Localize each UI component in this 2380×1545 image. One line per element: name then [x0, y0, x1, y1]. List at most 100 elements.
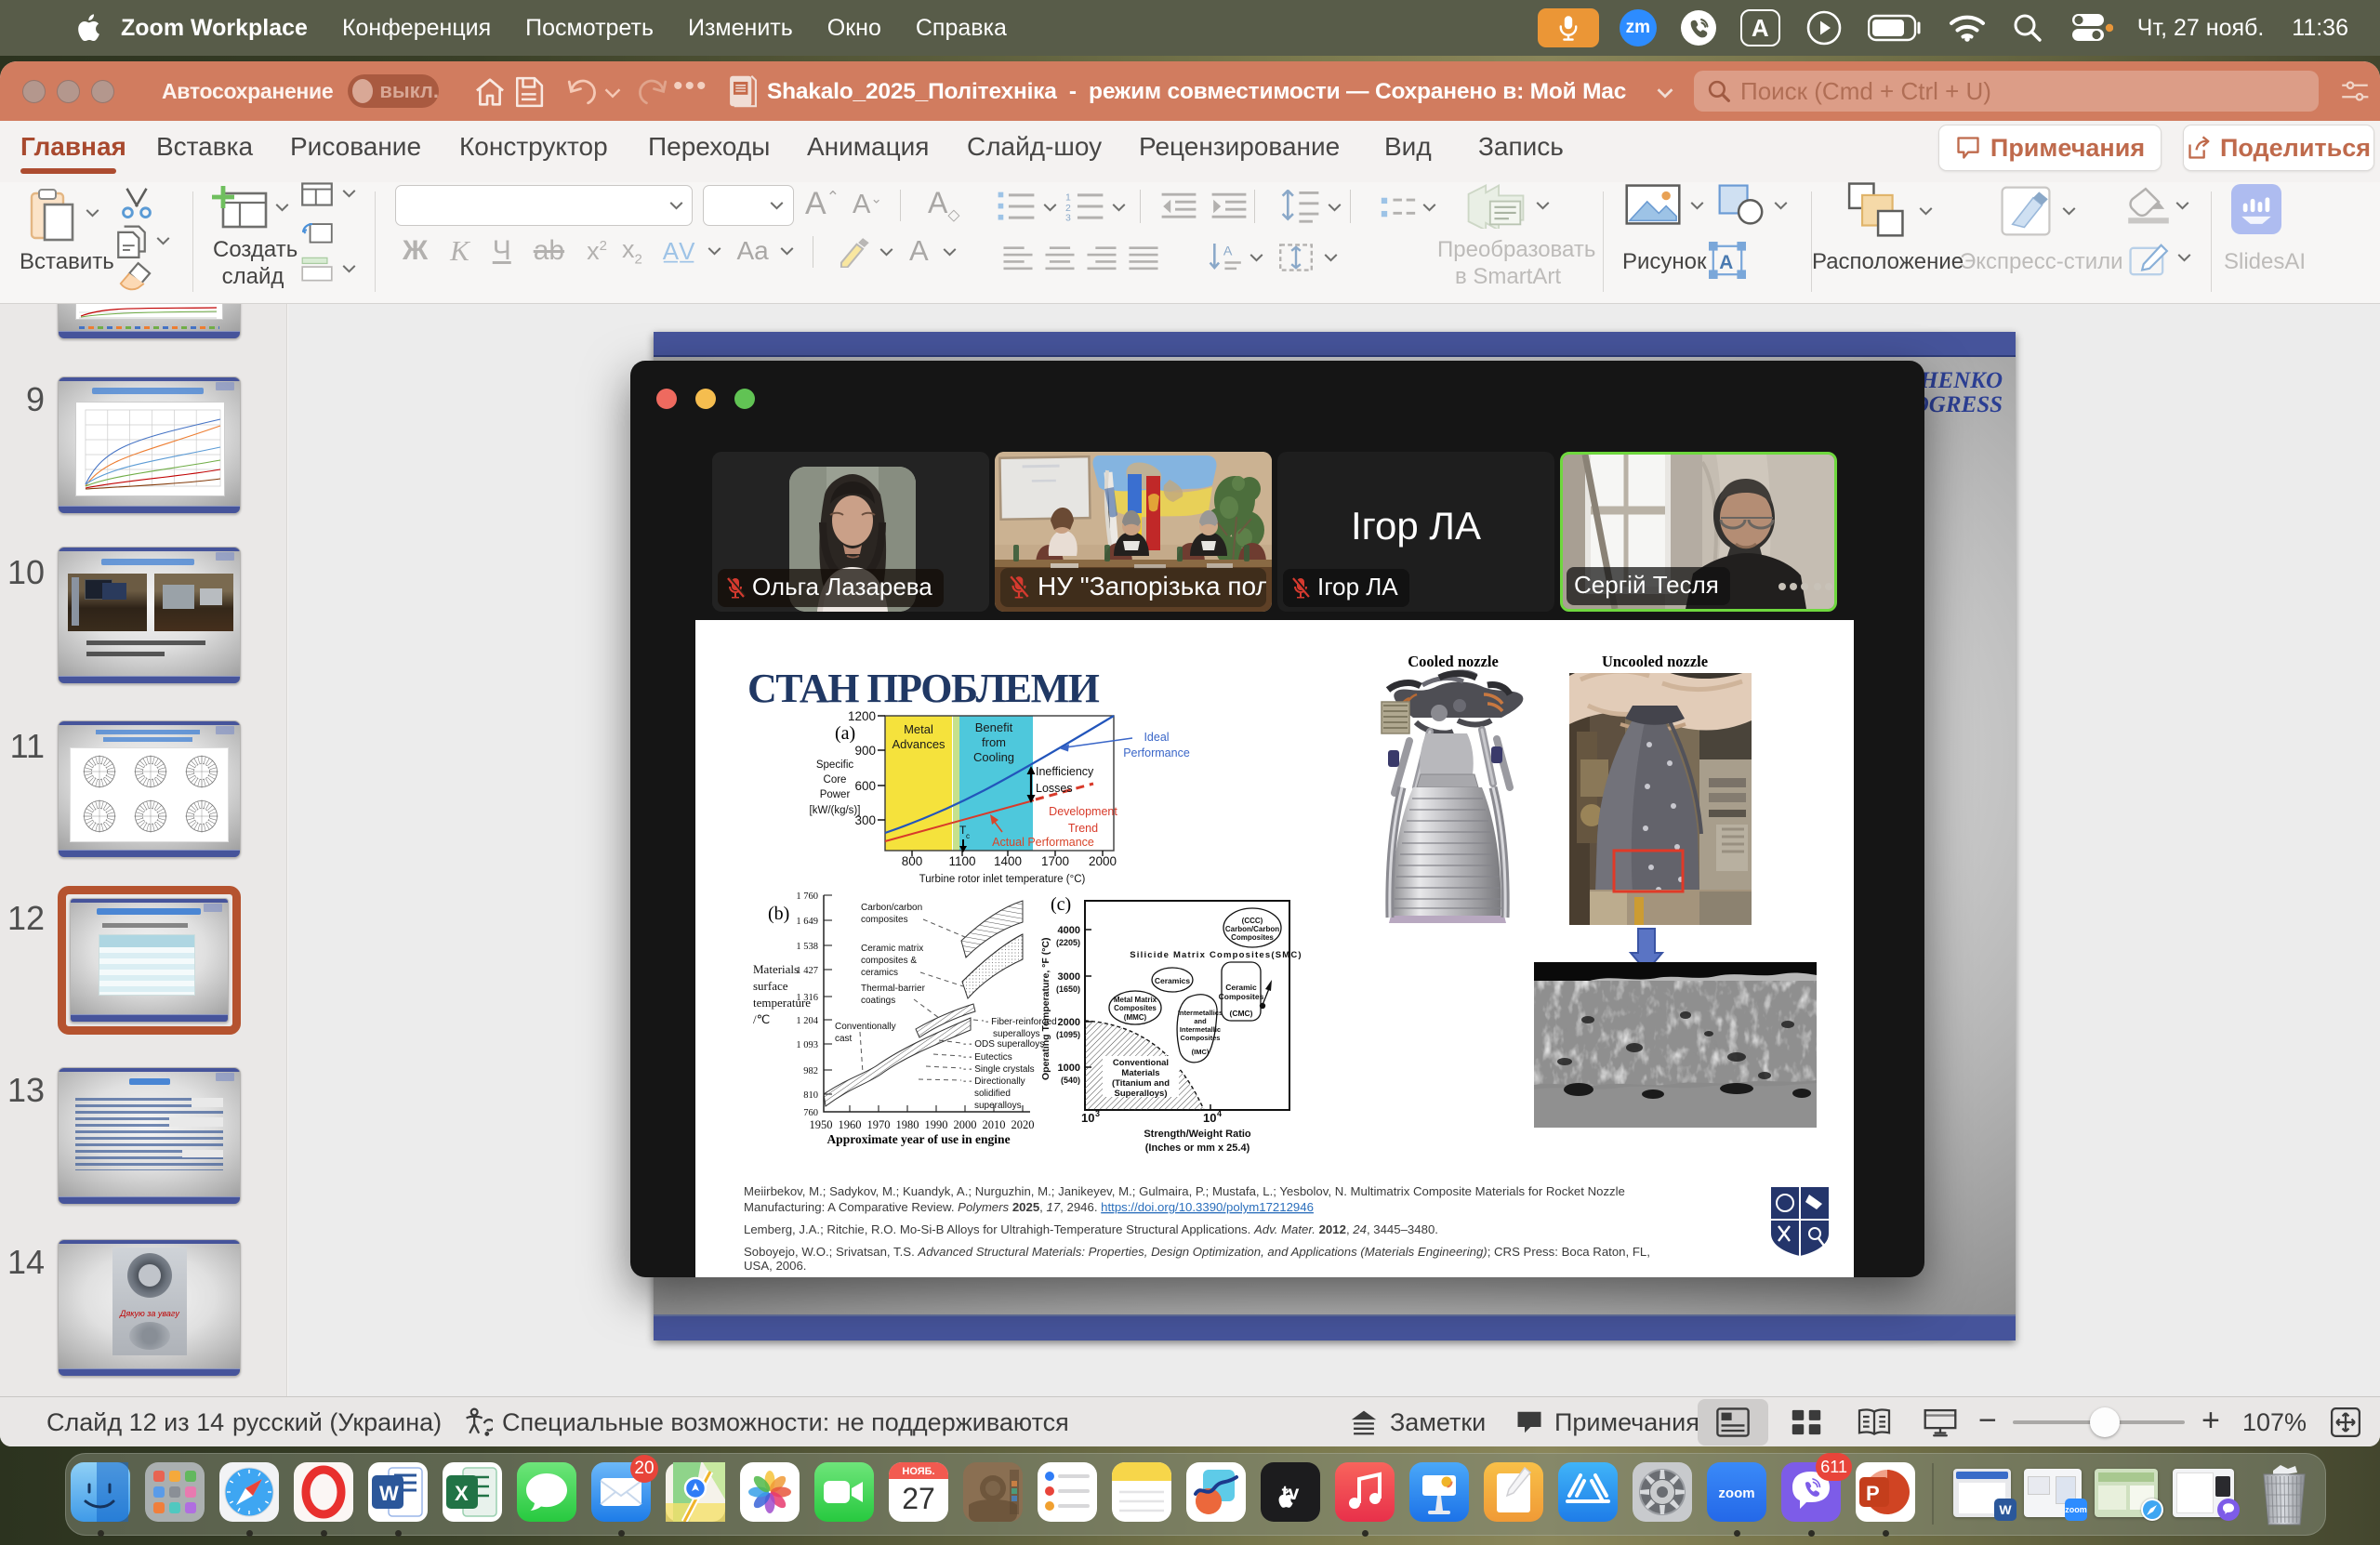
svg-text:coatings: coatings — [861, 996, 895, 1006]
svg-text:Ceramic: Ceramic — [1225, 983, 1257, 992]
svg-text:3000: 3000 — [1058, 971, 1080, 983]
svg-text:- - Single crystals: - - Single crystals — [963, 1064, 1035, 1075]
svg-text:1700: 1700 — [1041, 854, 1069, 868]
svg-text:Benefit: Benefit — [975, 720, 1013, 734]
svg-text:Metal: Metal — [904, 722, 933, 736]
svg-text:760: 760 — [803, 1108, 818, 1118]
svg-text:810: 810 — [803, 1090, 818, 1101]
svg-text:1200: 1200 — [848, 709, 876, 723]
svg-text:1 427: 1 427 — [796, 966, 818, 976]
svg-text:- - ODS superalloys: - - ODS superalloys — [963, 1039, 1044, 1050]
svg-text:4: 4 — [1217, 1109, 1222, 1118]
svg-text:Strength/Weight Ratio: Strength/Weight Ratio — [1144, 1129, 1251, 1140]
svg-text:Thermal-barrier: Thermal-barrier — [861, 984, 926, 994]
svg-text:Composites: Composites — [1231, 933, 1274, 942]
svg-text:600: 600 — [854, 779, 876, 793]
svg-text:(CMC): (CMC) — [1229, 1009, 1252, 1018]
svg-text:composites: composites — [861, 915, 908, 925]
svg-text:2000: 2000 — [1089, 854, 1117, 868]
svg-text:(1650): (1650) — [1056, 984, 1080, 994]
svg-text:Carbon/carbon: Carbon/carbon — [861, 903, 922, 913]
svg-text:27: 27 — [902, 1482, 935, 1515]
svg-text:surface: surface — [753, 979, 788, 993]
svg-text:- - Eutectics: - - Eutectics — [963, 1052, 1012, 1063]
svg-text:2000: 2000 — [1058, 1017, 1080, 1028]
svg-text:Meiirbekov, M.; Sadykov, M.; K: Meiirbekov, M.; Sadykov, M.; Kuandyk, A.… — [744, 1184, 1625, 1198]
svg-text:Intermetallic: Intermetallic — [1180, 1025, 1221, 1034]
svg-text:Actual Performance: Actual Performance — [992, 836, 1094, 849]
svg-text:1970: 1970 — [867, 1118, 891, 1131]
svg-text:Losses: Losses — [1036, 782, 1073, 795]
svg-text:- - Directionally: - - Directionally — [963, 1076, 1025, 1087]
svg-text:Uncooled nozzle: Uncooled nozzle — [1602, 653, 1708, 670]
svg-text:Ceramics: Ceramics — [1155, 976, 1191, 985]
svg-text:Performance: Performance — [1123, 746, 1190, 759]
svg-text:Materials: Materials — [1121, 1068, 1159, 1078]
svg-text:10: 10 — [1081, 1111, 1094, 1125]
svg-text:1400: 1400 — [994, 854, 1022, 868]
svg-text:Superalloys): Superalloys) — [1114, 1089, 1167, 1099]
svg-text:2010: 2010 — [983, 1118, 1006, 1131]
svg-text:Ceramic matrix: Ceramic matrix — [861, 944, 923, 954]
svg-text:Composites: Composites — [1114, 1004, 1157, 1012]
svg-text:A: A — [1223, 244, 1233, 259]
svg-text:Operating Temperature, °F (°C): Operating Temperature, °F (°C) — [1040, 938, 1051, 1080]
svg-text:Cooling: Cooling — [973, 750, 1014, 764]
svg-text:Power: Power — [820, 789, 851, 800]
svg-text:Silicide Matrix Composites(SMC: Silicide Matrix Composites(SMC) — [1130, 950, 1302, 960]
svg-text:solidified: solidified — [974, 1089, 1011, 1099]
svg-text:(2205): (2205) — [1056, 938, 1080, 947]
svg-text:Intermetallics: Intermetallics — [1178, 1009, 1223, 1017]
svg-text:Carbon/Carbon: Carbon/Carbon — [1225, 925, 1279, 933]
svg-text:(Inches or mm x 25.4): (Inches or mm x 25.4) — [1145, 1142, 1250, 1154]
svg-text:Inefficiency: Inefficiency — [1036, 765, 1094, 778]
svg-text:2020: 2020 — [1012, 1118, 1035, 1131]
svg-text:1 538: 1 538 — [796, 942, 818, 952]
svg-text:3: 3 — [1065, 212, 1071, 221]
svg-text:1000: 1000 — [1058, 1063, 1080, 1074]
svg-text:Trend: Trend — [1068, 822, 1098, 835]
svg-text:982: 982 — [803, 1066, 818, 1076]
svg-text:Metal Matrix: Metal Matrix — [1114, 996, 1157, 1004]
svg-text:1 760: 1 760 — [796, 891, 818, 902]
svg-text:(Titanium and: (Titanium and — [1112, 1078, 1170, 1089]
svg-text:Soboyejo, W.O.; Srivatsan, T.S: Soboyejo, W.O.; Srivatsan, T.S. Advanced… — [744, 1245, 1650, 1259]
svg-text:USA, 2006.: USA, 2006. — [744, 1259, 806, 1273]
svg-text:10: 10 — [1203, 1111, 1216, 1125]
svg-text:Core: Core — [824, 774, 847, 786]
svg-text:and: and — [1194, 1017, 1207, 1025]
svg-text:c: c — [966, 832, 970, 840]
svg-text:Advances: Advances — [892, 737, 945, 751]
svg-text:Development: Development — [1049, 805, 1117, 818]
svg-text:/℃: /℃ — [753, 1012, 770, 1026]
svg-text:4000: 4000 — [1058, 925, 1080, 936]
svg-text:Lemberg, J.A.; Ritchie, R.O. M: Lemberg, J.A.; Ritchie, R.O. Mo-Si-B All… — [744, 1222, 1438, 1236]
svg-text:(1095): (1095) — [1056, 1030, 1080, 1039]
svg-text:1100: 1100 — [948, 854, 975, 868]
svg-text:(MMC): (MMC) — [1124, 1013, 1147, 1022]
svg-text:1990: 1990 — [925, 1118, 948, 1131]
svg-text:1 204: 1 204 — [796, 1016, 818, 1026]
svg-text:Specific: Specific — [816, 759, 854, 771]
svg-text:Conventionally: Conventionally — [835, 1022, 896, 1032]
svg-text:Composites: Composites — [1181, 1034, 1221, 1042]
svg-text:1 649: 1 649 — [796, 917, 818, 927]
svg-text:Turbine rotor inlet temperatur: Turbine rotor inlet temperature (°C) — [919, 874, 1086, 885]
svg-text:900: 900 — [854, 744, 876, 758]
svg-text:2000: 2000 — [954, 1118, 977, 1131]
svg-text:(IMC): (IMC) — [1192, 1048, 1210, 1056]
svg-text:Approximate year of use in eng: Approximate year of use in engine — [826, 1132, 1010, 1146]
svg-text:[kW/(kg/s)]: [kW/(kg/s)] — [810, 805, 861, 816]
svg-text:cast: cast — [835, 1034, 853, 1044]
svg-text:P: P — [1866, 1482, 1880, 1505]
svg-text:Cooled nozzle: Cooled nozzle — [1408, 653, 1499, 670]
svg-text:superalloys: superalloys — [993, 1029, 1040, 1039]
svg-text:A: A — [1719, 252, 1733, 273]
svg-text:W: W — [379, 1482, 399, 1505]
svg-text:1950: 1950 — [810, 1118, 833, 1131]
svg-text:(c): (c) — [1051, 894, 1071, 915]
svg-text:Composites: Composites — [1219, 992, 1264, 1001]
svg-text:Materials: Materials — [753, 962, 799, 976]
svg-text:800: 800 — [902, 854, 923, 868]
svg-text:(a): (a) — [835, 723, 855, 744]
